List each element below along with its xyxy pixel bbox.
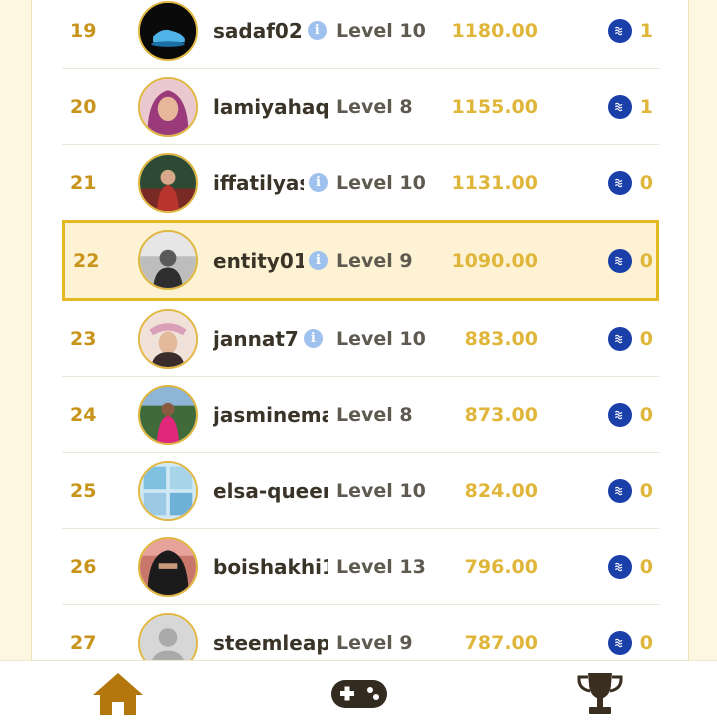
reward: 1 [607, 69, 653, 144]
rank-number: 22 [73, 249, 100, 272]
score-value: 796.00 [464, 555, 538, 578]
rank-number: 26 [70, 555, 97, 578]
rank-number: 19 [70, 19, 97, 42]
level-label: Level 10 [336, 327, 426, 350]
avatar[interactable] [138, 385, 198, 445]
info-icon[interactable]: i [309, 251, 328, 270]
reward: 0 [607, 301, 653, 376]
leaderboard-row[interactable]: 24 jasminema Level 8 873.00 0 [62, 377, 659, 453]
level-label: Level 8 [336, 403, 413, 426]
rank-number: 21 [70, 171, 97, 194]
leaderboard-row[interactable]: 27 steemleap Level 9 787.00 0 [62, 605, 659, 660]
leaderboard-row[interactable]: 25 elsa-queer Level 10 824.00 0 [62, 453, 659, 529]
reward-count: 0 [639, 249, 653, 272]
rank-number: 27 [70, 632, 97, 654]
score-value: 1090.00 [451, 249, 538, 272]
home-icon [93, 673, 143, 715]
rank-number: 23 [70, 327, 97, 350]
username[interactable]: steemleap [213, 605, 328, 660]
steem-coin-icon [607, 170, 632, 195]
username[interactable]: iffatilyas i [213, 145, 328, 220]
reward-count: 0 [639, 632, 653, 654]
info-icon[interactable]: i [309, 173, 328, 192]
avatar[interactable] [138, 537, 198, 597]
steem-coin-icon [607, 248, 632, 273]
rank-number: 25 [70, 479, 97, 502]
username[interactable]: jannat7 i [213, 301, 328, 376]
username[interactable]: boishakhi1 [213, 529, 328, 604]
reward-count: 0 [639, 403, 653, 426]
avatar[interactable] [138, 153, 198, 213]
reward-count: 0 [639, 327, 653, 350]
score-value: 1155.00 [451, 95, 538, 118]
score-value: 883.00 [464, 327, 538, 350]
avatar[interactable] [138, 1, 198, 61]
score-value: 1131.00 [451, 171, 538, 194]
reward: 0 [607, 529, 653, 604]
steem-coin-icon [607, 402, 632, 427]
gamepad-icon [331, 680, 387, 708]
level-label: Level 10 [336, 19, 426, 42]
reward: 1 [607, 0, 653, 68]
level-label: Level 9 [336, 249, 413, 272]
level-label: Level 10 [336, 479, 426, 502]
nav-home-button[interactable] [88, 669, 148, 719]
level-label: Level 13 [336, 555, 426, 578]
steem-coin-icon [607, 554, 632, 579]
info-icon[interactable]: i [307, 21, 327, 40]
reward-count: 1 [639, 19, 653, 42]
reward: 0 [607, 223, 653, 298]
reward-count: 0 [639, 171, 653, 194]
leaderboard-row[interactable]: 19 sadaf02 i Level 10 1180.00 1 [62, 0, 659, 69]
username[interactable]: elsa-queer [213, 453, 328, 528]
avatar[interactable] [138, 309, 198, 369]
level-label: Level 10 [336, 171, 426, 194]
leaderboard-row-current-user[interactable]: 22 entity01 i Level 9 1090.00 0 [62, 220, 659, 301]
leaderboard-row[interactable]: 23 jannat7 i Level 10 883.00 0 [62, 301, 659, 377]
nav-games-button[interactable] [329, 669, 389, 719]
rank-number: 24 [70, 403, 97, 426]
score-value: 873.00 [464, 403, 538, 426]
reward: 0 [607, 377, 653, 452]
leaderboard-card: 19 sadaf02 i Level 10 1180.00 1 20 lamiy… [31, 0, 689, 660]
username[interactable]: lamiyahaq [213, 69, 328, 144]
leaderboard-row[interactable]: 26 boishakhi1 Level 13 796.00 0 [62, 529, 659, 605]
avatar[interactable] [138, 230, 198, 290]
reward-count: 1 [639, 95, 653, 118]
steem-coin-icon [607, 478, 632, 503]
score-value: 1180.00 [451, 19, 538, 42]
leaderboard-row[interactable]: 20 lamiyahaq Level 8 1155.00 1 [62, 69, 659, 145]
trophy-icon [577, 673, 623, 714]
nav-leaderboard-button[interactable] [570, 669, 630, 719]
rank-number: 20 [70, 95, 97, 118]
avatar[interactable] [138, 461, 198, 521]
steem-coin-icon [607, 18, 632, 43]
avatar[interactable] [138, 77, 198, 137]
avatar[interactable] [138, 613, 198, 660]
level-label: Level 8 [336, 95, 413, 118]
username[interactable]: entity01 i [213, 223, 328, 298]
score-value: 787.00 [464, 632, 538, 654]
bottom-navigation [0, 660, 717, 725]
reward: 0 [607, 605, 653, 660]
score-value: 824.00 [464, 479, 538, 502]
reward-count: 0 [639, 555, 653, 578]
info-icon[interactable]: i [303, 329, 323, 348]
username[interactable]: sadaf02 i [213, 0, 328, 68]
reward: 0 [607, 453, 653, 528]
leaderboard-row[interactable]: 21 iffatilyas i Level 10 1131.00 0 [62, 145, 659, 221]
steem-coin-icon [607, 631, 632, 655]
steem-coin-icon [607, 326, 632, 351]
level-label: Level 9 [336, 632, 413, 654]
username[interactable]: jasminema [213, 377, 328, 452]
steem-coin-icon [607, 94, 632, 119]
reward: 0 [607, 145, 653, 220]
reward-count: 0 [639, 479, 653, 502]
